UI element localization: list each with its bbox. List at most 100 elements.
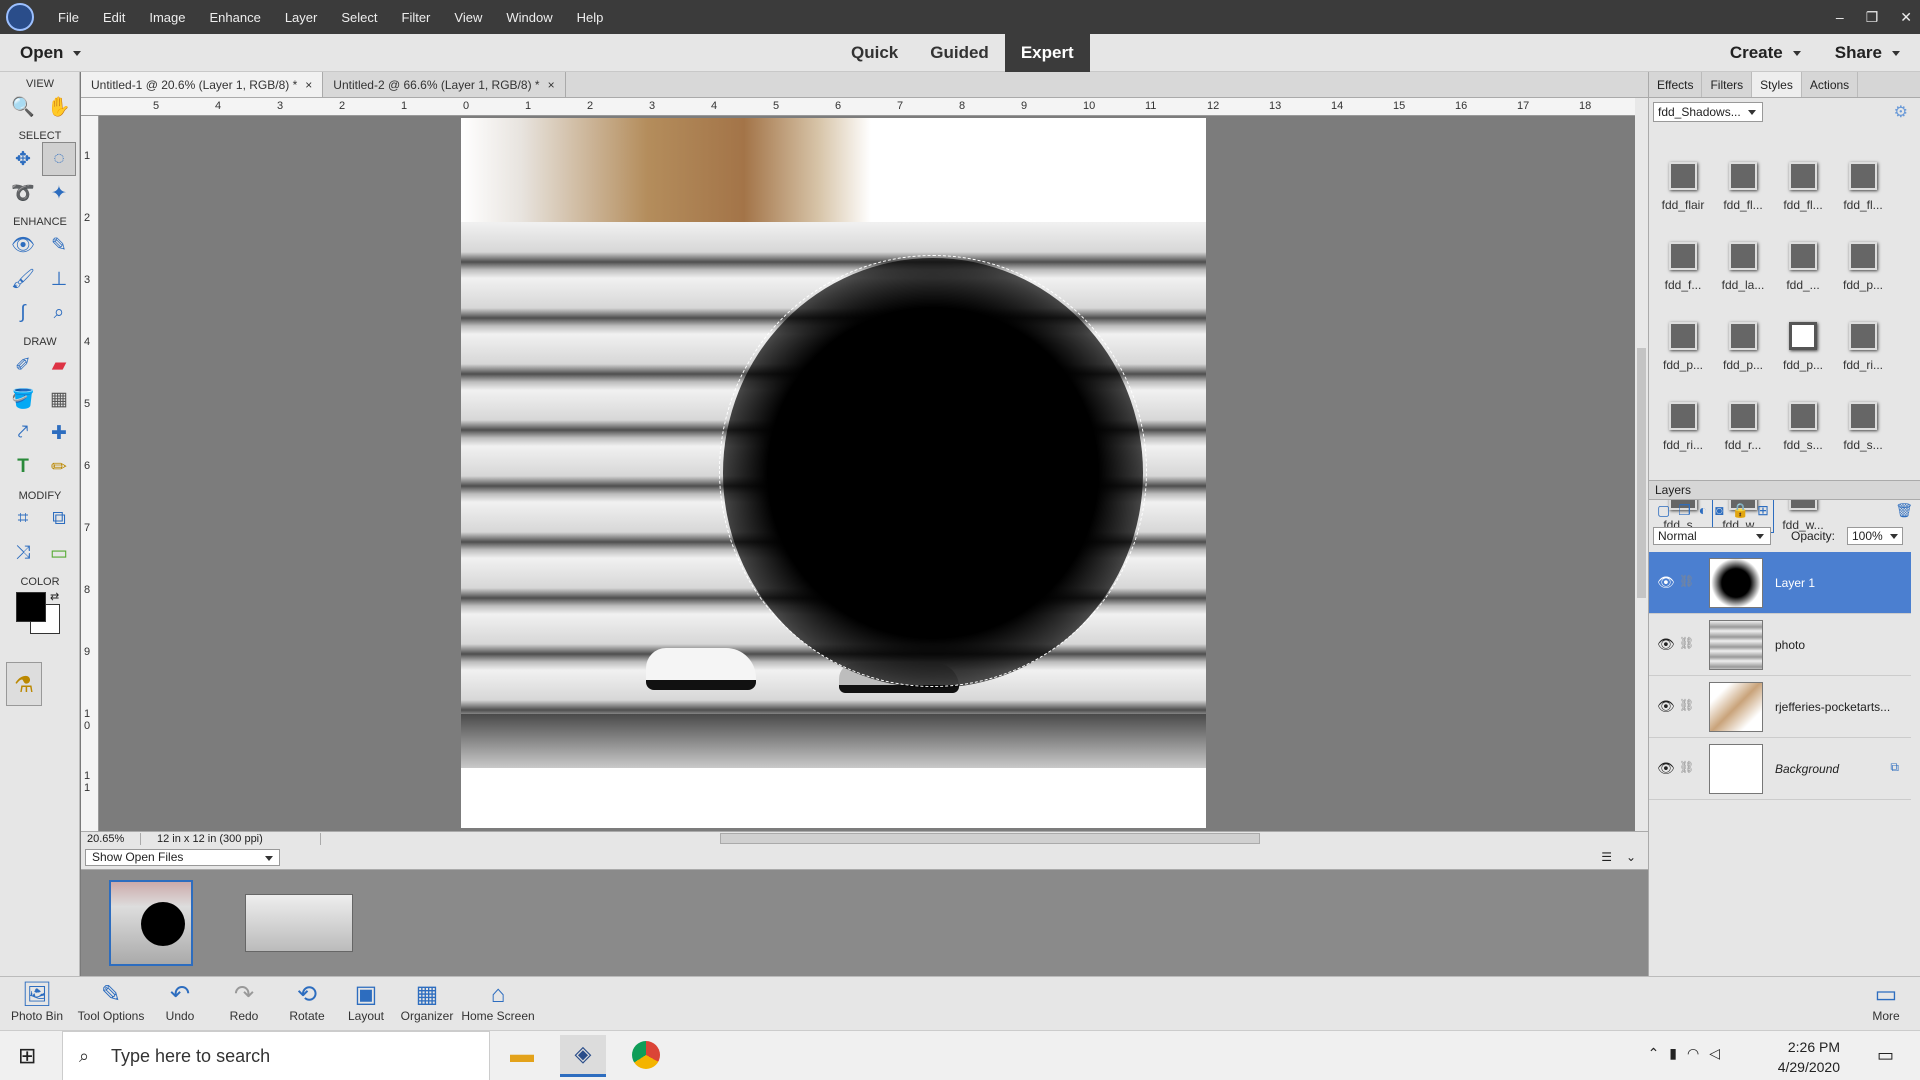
eraser-tool-icon[interactable]: ▰	[42, 348, 76, 382]
style-library-select[interactable]: fdd_Shadows...	[1653, 102, 1763, 122]
vertical-scroll-thumb[interactable]	[1637, 348, 1646, 598]
new-layer-icon[interactable]: ▢	[1657, 502, 1670, 524]
document-canvas[interactable]	[461, 118, 1206, 828]
menu-layer[interactable]: Layer	[273, 10, 330, 25]
link-icon[interactable]: ⛓	[1679, 760, 1694, 774]
eyedropper-tool-icon[interactable]: ⤤	[6, 416, 40, 450]
visibility-eye-icon[interactable]: 👁	[1657, 636, 1675, 653]
link-icon[interactable]: ⛓	[1679, 574, 1694, 588]
style-swatch[interactable]: fdd_p...	[1833, 242, 1893, 292]
redo-button[interactable]: ↷ Redo	[222, 981, 266, 1023]
style-swatch[interactable]: fdd_ri...	[1653, 402, 1713, 452]
tab-effects[interactable]: Effects	[1649, 72, 1703, 97]
brush-tool-icon[interactable]: ✐	[6, 348, 40, 382]
custom-shape-tool-icon[interactable]: ✚	[42, 416, 76, 450]
minimize-button[interactable]: –	[1836, 9, 1844, 25]
type-tool-icon[interactable]: T	[6, 450, 40, 484]
zoom-tool-icon[interactable]: 🔍	[6, 90, 40, 124]
layout-button[interactable]: ▣ Layout	[342, 981, 390, 1023]
doc-tab-untitled-1[interactable]: Untitled-1 @ 20.6% (Layer 1, RGB/8) * ×	[81, 72, 324, 97]
foreground-color-swatch[interactable]	[16, 592, 46, 622]
close-window-button[interactable]: ✕	[1900, 9, 1912, 26]
bin-thumbnail-untitled-2[interactable]	[245, 894, 353, 952]
opacity-input[interactable]: 100%	[1847, 527, 1903, 545]
close-icon[interactable]: ×	[305, 78, 312, 92]
vertical-scrollbar[interactable]	[1635, 98, 1648, 831]
style-swatch[interactable]: fdd_flair	[1653, 162, 1713, 212]
create-button[interactable]: Create	[1730, 43, 1801, 63]
style-swatch[interactable]: fdd_fl...	[1773, 162, 1833, 212]
style-swatch[interactable]: fdd_p...	[1713, 322, 1773, 372]
windows-start-icon[interactable]: ⊞	[18, 1043, 36, 1069]
mode-guided[interactable]: Guided	[914, 34, 1005, 72]
style-swatch[interactable]: fdd_fl...	[1833, 162, 1893, 212]
style-swatch[interactable]: fdd_f...	[1653, 242, 1713, 292]
blur-tool-icon[interactable]: ∫	[6, 296, 40, 330]
swap-colors-icon[interactable]: ⇄	[50, 590, 59, 603]
tab-actions[interactable]: Actions	[1802, 72, 1859, 97]
layer-row[interactable]: 👁 ⛓ rjefferies-pocketarts...	[1649, 676, 1911, 738]
menu-help[interactable]: Help	[565, 10, 616, 25]
mode-quick[interactable]: Quick	[835, 34, 914, 72]
lasso-tool-icon[interactable]: ➰	[6, 176, 40, 210]
tab-styles[interactable]: Styles	[1752, 72, 1802, 97]
style-swatch[interactable]: fdd_...	[1773, 242, 1833, 292]
spot-healing-tool-icon[interactable]: ✎	[42, 228, 76, 262]
tool-options-button[interactable]: ✎ Tool Options	[72, 981, 150, 1023]
adjustment-layer-icon[interactable]: ◐	[1699, 502, 1707, 524]
clone-stamp-tool-icon[interactable]: ⊥	[42, 262, 76, 296]
paint-bucket-tool-icon[interactable]: 🪣	[6, 382, 40, 416]
content-aware-move-tool-icon[interactable]: ⤨	[6, 536, 40, 570]
doc-tab-untitled-2[interactable]: Untitled-2 @ 66.6% (Layer 1, RGB/8) * ×	[323, 72, 566, 97]
sponge-tool-icon[interactable]: ⌕	[42, 296, 76, 330]
visibility-eye-icon[interactable]: 👁	[1657, 698, 1675, 715]
layer-row[interactable]: 👁 ⛓ Background ⧉	[1649, 738, 1911, 800]
gradient-tool-icon[interactable]: ▦	[42, 382, 76, 416]
elliptical-marquee-tool-icon[interactable]: ◌	[42, 142, 76, 176]
bin-thumbnail-untitled-1[interactable]	[109, 880, 193, 966]
smart-brush-tool-icon[interactable]: 🖌	[6, 262, 40, 296]
restore-button[interactable]: ❐	[1866, 9, 1879, 26]
recompose-tool-icon[interactable]: ⧉	[42, 502, 76, 536]
style-swatch[interactable]: fdd_r...	[1713, 402, 1773, 452]
style-swatch[interactable]: fdd_fl...	[1713, 162, 1773, 212]
new-group-icon[interactable]: ❐	[1678, 502, 1691, 524]
trash-icon[interactable]: 🗑	[1895, 502, 1913, 524]
style-swatch[interactable]: fdd_s...	[1833, 402, 1893, 452]
more-button[interactable]: ▭ More	[1866, 981, 1906, 1023]
menu-select[interactable]: Select	[329, 10, 389, 25]
chrome-icon[interactable]	[632, 1041, 660, 1069]
elliptical-selection-marquee[interactable]	[719, 255, 1147, 687]
chevron-down-icon[interactable]: ⌄	[1626, 850, 1636, 864]
gear-icon[interactable]: ⚙	[1894, 102, 1908, 122]
crop-tool-icon[interactable]: ⌗	[6, 502, 40, 536]
visibility-eye-icon[interactable]: 👁	[1657, 574, 1675, 591]
link-icon[interactable]: ⛓	[1679, 698, 1694, 712]
rotate-button[interactable]: ⟲ Rotate	[282, 981, 332, 1023]
photo-bin-source-select[interactable]: Show Open Files	[85, 849, 280, 866]
taskbar-search-box[interactable]: ⌕ Type here to search	[62, 1031, 490, 1080]
tool-options-toggle-icon[interactable]: ⚗	[6, 662, 42, 706]
menu-window[interactable]: Window	[494, 10, 564, 25]
menu-file[interactable]: File	[46, 10, 91, 25]
horizontal-scroll-thumb[interactable]	[720, 833, 1260, 844]
link-icon[interactable]: ⛓	[1679, 636, 1694, 650]
pencil-tool-icon[interactable]: ✏	[42, 450, 76, 484]
style-swatch[interactable]: fdd_ri...	[1833, 322, 1893, 372]
undo-button[interactable]: ↶ Undo	[158, 981, 202, 1023]
style-swatch[interactable]: fdd_la...	[1713, 242, 1773, 292]
style-swatch[interactable]: fdd_p...	[1653, 322, 1713, 372]
menu-view[interactable]: View	[442, 10, 494, 25]
hand-tool-icon[interactable]: ✋	[42, 90, 76, 124]
lock-icon[interactable]: 🔒	[1732, 502, 1749, 524]
blend-mode-select[interactable]: Normal	[1653, 527, 1771, 545]
bin-menu-icon[interactable]: ☰	[1601, 850, 1612, 864]
share-button[interactable]: Share	[1835, 43, 1900, 63]
horizontal-scrollbar[interactable]	[330, 831, 1630, 846]
tab-filters[interactable]: Filters	[1702, 72, 1753, 97]
menu-enhance[interactable]: Enhance	[198, 10, 273, 25]
visibility-eye-icon[interactable]: 👁	[1657, 760, 1675, 777]
layer-mask-icon[interactable]: ◙	[1715, 502, 1723, 524]
zoom-level[interactable]: 20.65%	[81, 833, 141, 845]
move-tool-icon[interactable]: ✥	[6, 142, 40, 176]
